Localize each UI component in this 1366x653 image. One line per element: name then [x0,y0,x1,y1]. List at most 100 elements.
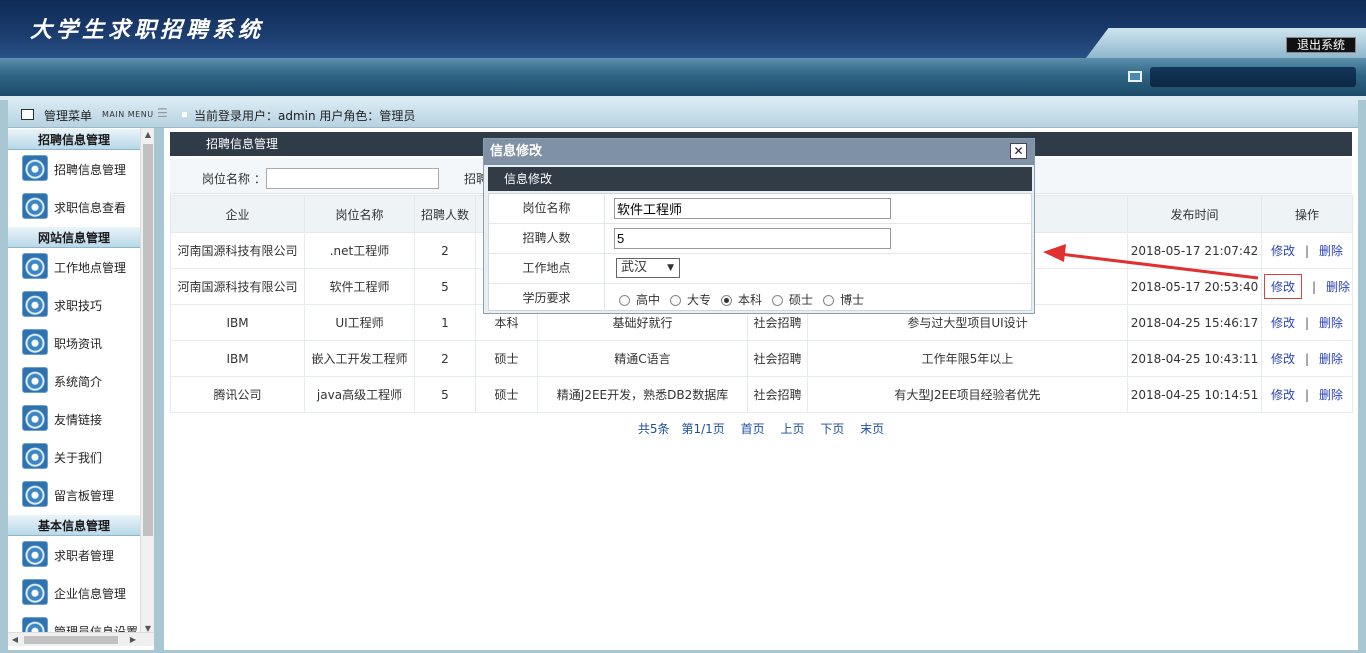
gear-icon [22,155,48,181]
search-label: 岗位名称 ： [202,172,266,186]
delete-link[interactable]: 删除 [1319,316,1343,330]
edit-link[interactable]: 修改 [1271,388,1295,402]
cell-company: 河南国源科技有限公司 [170,232,305,269]
separator: | [1304,388,1310,402]
sidebar-item-jobseekers[interactable]: 求职者管理 [8,536,140,574]
gear-icon [22,481,48,507]
gear-icon [22,443,48,469]
gear-icon [22,329,48,355]
cell-company: 河南国源科技有限公司 [170,268,305,305]
monitor-icon[interactable] [1128,71,1142,82]
edu-radio-option[interactable]: 本科 [721,291,762,308]
edu-radio-group: 高中 大专 本科 硕士 博士 [619,291,874,308]
cell-company: IBM [170,304,305,341]
radio-label: 高中 [636,293,661,307]
logout-button[interactable]: 退出系统 [1286,37,1356,53]
edu-radio-option[interactable]: 大专 [670,291,711,308]
edu-radio-option[interactable]: 高中 [619,291,660,308]
count-field[interactable] [614,228,891,249]
pager-prev[interactable]: 上页 [780,422,804,436]
edit-link[interactable]: 修改 [1271,316,1295,330]
separator: | [1304,352,1310,366]
form-row-location: 工作地点 武汉 ▼ [489,254,1031,284]
delete-link[interactable]: 删除 [1319,244,1343,258]
edit-link[interactable]: 修改 [1263,274,1302,299]
scroll-right-icon[interactable]: ▶ [126,633,140,647]
radio-button[interactable] [670,295,682,306]
radio-label: 大专 [687,293,712,307]
sidebar-item-location[interactable]: 工作地点管理 [8,248,140,286]
sidebar-item-guestbook[interactable]: 留言板管理 [8,476,140,514]
pager-next[interactable]: 下页 [820,422,844,436]
sidebar-section-basic[interactable]: 基本信息管理 [8,514,140,536]
sidebar: 招聘信息管理 招聘信息管理 求职信息查看 网站信息管理 工作地点管理 求职技巧 … [8,128,154,650]
radio-button[interactable] [772,295,784,306]
table-row: IBM 嵌入工开发工程师 2 硕士 精通C语言 社会招聘 工作年限5年以上 2018-04-2… [170,340,1353,377]
sidebar-item-links[interactable]: 友情链接 [8,400,140,438]
cell-type: 社会招聘 [747,340,808,377]
close-icon[interactable]: ✕ [1010,143,1027,159]
sidebar-section-recruit[interactable]: 招聘信息管理 [8,128,140,150]
cell-type: 社会招聘 [747,376,808,413]
scroll-thumb[interactable] [24,636,118,644]
scroll-thumb[interactable] [143,144,153,536]
cell-req: 工作年限5年以上 [807,340,1128,377]
sidebar-vscrollbar[interactable]: ▲ ▼ [140,128,154,636]
sidebar-item-label: 工作地点管理 [54,261,127,275]
col-company: 企业 [170,195,305,233]
gear-icon [22,541,48,567]
count-label: 招聘人数 [489,224,605,253]
edit-form: 岗位名称 招聘人数 工作地点 武汉 ▼ 学历要求 高中 大专 本科 硕士 博士 [488,193,1032,313]
sidebar-item-about[interactable]: 关于我们 [8,438,140,476]
cell-job: java高级工程师 [304,376,415,413]
radio-button[interactable] [823,295,835,306]
scroll-left-icon[interactable]: ◀ [8,633,22,647]
toolbar [0,58,1366,96]
col-ops: 操作 [1261,195,1353,233]
col-time: 发布时间 [1127,195,1262,233]
sidebar-hscrollbar[interactable]: ◀ ▶ [8,632,154,646]
scroll-up-icon[interactable]: ▲ [141,128,154,142]
location-value: 武汉 [621,260,648,275]
sidebar-item-recruit-manage[interactable]: 招聘信息管理 [8,150,140,188]
delete-link[interactable]: 删除 [1319,352,1343,366]
edit-link[interactable]: 修改 [1271,352,1295,366]
edit-link[interactable]: 修改 [1271,244,1295,258]
sidebar-item-company[interactable]: 企业信息管理 [8,574,140,612]
cell-req: 有大型J2EE项目经验者优先 [807,376,1128,413]
delete-link[interactable]: 删除 [1319,388,1343,402]
chevron-down-icon: ▼ [667,263,674,273]
col-job: 岗位名称 [304,195,415,233]
cell-job: 软件工程师 [304,268,415,305]
list-icon[interactable]: ☰ [157,106,168,120]
pager-first[interactable]: 首页 [741,422,765,436]
dialog-title[interactable]: 信息修改 [484,139,1034,165]
cell-time: 2018-04-25 15:46:17 [1127,304,1262,341]
bullet-icon [182,112,187,117]
sidebar-item-tips[interactable]: 求职技巧 [8,286,140,324]
radio-button[interactable] [721,295,733,306]
job-name-search-input[interactable] [266,168,439,189]
cell-edu: 硕士 [475,340,538,377]
delete-link[interactable]: 删除 [1326,280,1350,294]
location-select[interactable]: 武汉 ▼ [616,258,680,278]
sidebar-item-intro[interactable]: 系统简介 [8,362,140,400]
cell-count: 2 [414,340,476,377]
app-header: 大学生求职招聘系统 [0,0,1366,58]
sidebar-item-jobseek-view[interactable]: 求职信息查看 [8,188,140,226]
cell-count: 1 [414,304,476,341]
sidebar-item-news[interactable]: 职场资讯 [8,324,140,362]
edu-radio-option[interactable]: 硕士 [772,291,813,308]
sidebar-item-label: 关于我们 [54,451,103,465]
pager-total: 共5条 [637,422,670,436]
sidebar-section-site[interactable]: 网站信息管理 [8,226,140,248]
sidebar-item-label: 求职者管理 [54,549,115,563]
job-name-field[interactable] [614,198,891,219]
col-count: 招聘人数 [414,195,476,233]
sidebar-item-label: 招聘信息管理 [54,163,127,177]
edu-radio-option[interactable]: 博士 [823,291,864,308]
separator: | [1311,280,1317,294]
pager-last[interactable]: 末页 [860,422,884,436]
cell-count: 5 [414,376,476,413]
radio-button[interactable] [619,295,630,306]
